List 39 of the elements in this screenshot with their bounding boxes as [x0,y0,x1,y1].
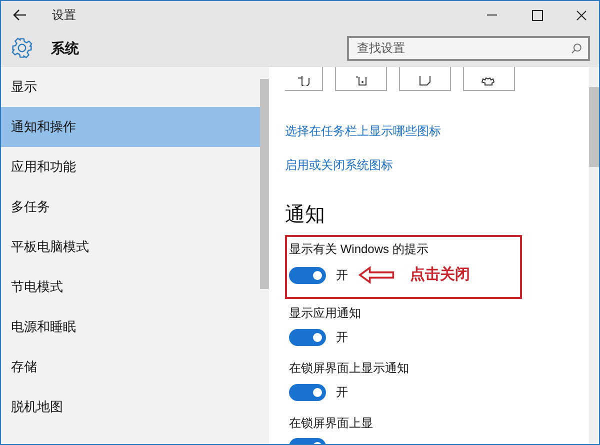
arrow-icon [358,266,396,284]
close-icon[interactable] [576,10,587,20]
sidebar-item[interactable]: 多任务 [1,187,260,227]
quick-action-tile[interactable] [285,67,323,91]
settings-icon [11,37,33,59]
toggle-switch[interactable] [289,266,326,284]
toggle-label: 显示有关 Windows 的提示 [289,241,428,258]
sidebar-item[interactable]: 应用和功能 [1,147,260,187]
device-icon [355,76,367,86]
sidebar-item[interactable]: 节电模式 [1,267,260,307]
link[interactable]: 启用或关闭系统图标 [285,156,393,174]
link[interactable]: 选择在任务栏上显示哪些图标 [285,122,441,140]
toggle-switch[interactable] [289,384,326,400]
maximize-icon[interactable] [532,10,543,20]
sidebar-item[interactable]: 存储 [1,347,260,387]
search-icon[interactable] [571,42,582,54]
sidebar-item[interactable]: 显示 [1,67,260,107]
toggle-state: 开 [336,329,348,346]
scrollbar[interactable] [589,67,599,444]
toggle-state: 开 [336,384,348,401]
page-title: 系统 [51,38,79,58]
sidebar-item[interactable]: 通知和操作 [1,107,260,147]
sidebar-item[interactable]: 平板电脑模式 [1,227,260,267]
toggle-label: 显示应用通知 [289,305,361,322]
window-title: 设置 [52,7,76,24]
section-title: 通知 [285,203,325,228]
annotation-text: 点击关闭 [410,265,470,285]
sidebar-item[interactable]: 脱机地图 [1,387,260,427]
back-arrow-icon[interactable] [13,9,27,21]
toggle-state: 开 [336,267,348,284]
quick-action-tile[interactable] [399,67,451,91]
toggle-label: 在锁屏界面上显 [289,415,373,432]
toggle-switch[interactable] [289,328,326,346]
toggle-label: 在锁屏界面上显示通知 [289,360,409,377]
search-field[interactable]: 查找设置 [347,36,590,60]
quick-action-tile[interactable] [463,67,515,91]
sidebar-item[interactable]: 电源和睡眠 [1,307,260,347]
note-icon [419,76,431,86]
quick-action-tile[interactable] [335,67,387,91]
